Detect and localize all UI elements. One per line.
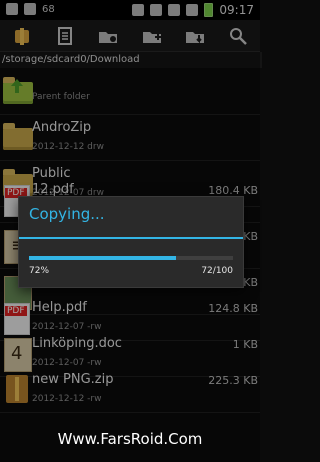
watermark-text: Www.FarsRoid.Com	[57, 430, 203, 448]
progress-percent: 72%	[29, 266, 50, 276]
copy-progress-dialog: Copying... 72% 72/100	[18, 196, 244, 288]
progress-fill	[29, 256, 176, 260]
progress-bar	[29, 256, 233, 260]
progress-count: 72/100	[201, 266, 233, 276]
dialog-divider	[19, 237, 243, 239]
dialog-title: Copying...	[29, 205, 105, 223]
